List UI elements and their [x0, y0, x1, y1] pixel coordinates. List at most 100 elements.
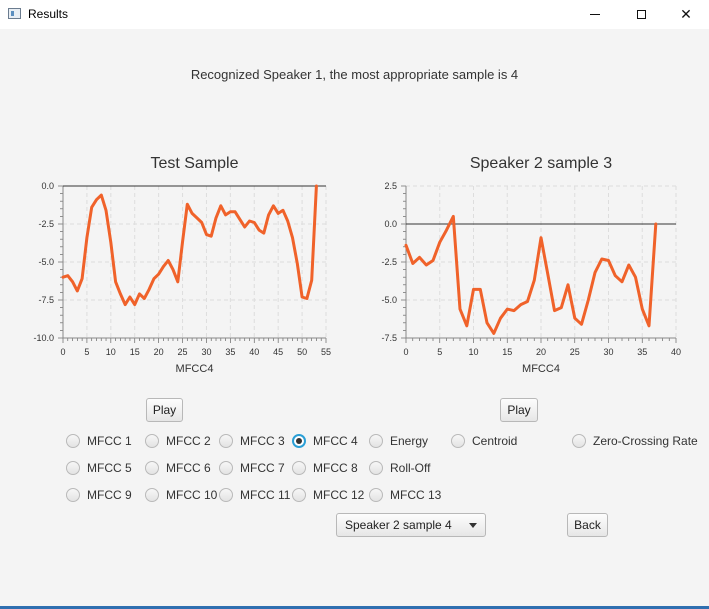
y-tick-label: -2.5 [381, 257, 397, 267]
y-tick-label: 0.0 [384, 219, 397, 229]
x-tick-label: 0 [60, 347, 65, 357]
back-button[interactable]: Back [567, 513, 608, 537]
chevron-down-icon [469, 523, 477, 528]
x-tick-label: 35 [637, 347, 647, 357]
radio-indicator[interactable] [145, 434, 159, 448]
window-title: Results [28, 7, 69, 21]
sample-select-dropdown[interactable]: Speaker 2 sample 4 [336, 513, 486, 537]
x-tick-label: 25 [570, 347, 580, 357]
radio-indicator[interactable] [292, 461, 306, 475]
maximize-button[interactable] [618, 0, 664, 29]
radio-mfcc-1[interactable]: MFCC 1 [66, 432, 132, 450]
x-tick-label: 55 [321, 347, 331, 357]
close-icon: ✕ [680, 6, 692, 23]
radio-label: MFCC 13 [390, 488, 442, 502]
radio-indicator[interactable] [292, 488, 306, 502]
x-tick-label: 30 [201, 347, 211, 357]
radio-label: MFCC 10 [166, 488, 218, 502]
y-tick-label: -10.0 [33, 333, 54, 343]
radio-indicator[interactable] [219, 488, 233, 502]
radio-indicator[interactable] [66, 461, 80, 475]
radio-label: Roll-Off [390, 461, 431, 475]
y-tick-label: -5.0 [38, 257, 54, 267]
x-tick-label: 10 [106, 347, 116, 357]
radio-energy[interactable]: Energy [369, 432, 428, 450]
radio-label: MFCC 5 [87, 461, 132, 475]
radio-indicator-selected[interactable] [292, 434, 306, 448]
x-tick-label: 40 [249, 347, 259, 357]
radio-label: MFCC 12 [313, 488, 365, 502]
close-button[interactable]: ✕ [663, 0, 709, 29]
radio-indicator[interactable] [66, 434, 80, 448]
radio-indicator[interactable] [369, 434, 383, 448]
y-tick-label: -2.5 [38, 219, 54, 229]
x-tick-label: 35 [225, 347, 235, 357]
radio-indicator[interactable] [219, 434, 233, 448]
radio-label: MFCC 6 [166, 461, 211, 475]
y-tick-label: 0.0 [41, 181, 54, 191]
play-speaker-sample-button[interactable]: Play [500, 398, 538, 422]
y-tick-label: -5.0 [381, 295, 397, 305]
chart-title-test-sample: Test Sample [150, 155, 239, 172]
maximize-icon [636, 10, 646, 19]
radio-indicator[interactable] [219, 461, 233, 475]
radio-label: MFCC 3 [240, 434, 285, 448]
x-tick-label: 15 [502, 347, 512, 357]
radio-mfcc-12[interactable]: MFCC 12 [292, 486, 364, 504]
y-tick-label: -7.5 [38, 295, 54, 305]
radio-label: MFCC 7 [240, 461, 285, 475]
x-tick-label: 0 [403, 347, 408, 357]
radio-indicator[interactable] [66, 488, 80, 502]
radio-indicator[interactable] [451, 434, 465, 448]
radio-mfcc-9[interactable]: MFCC 9 [66, 486, 132, 504]
minimize-icon [590, 14, 600, 15]
radio-label: Centroid [472, 434, 518, 448]
radio-mfcc-6[interactable]: MFCC 6 [145, 459, 211, 477]
radio-mfcc-4[interactable]: MFCC 4 [292, 432, 358, 450]
y-tick-label: 2.5 [384, 181, 397, 191]
radio-mfcc-2[interactable]: MFCC 2 [145, 432, 211, 450]
window-app-icon [8, 8, 21, 19]
radio-mfcc-3[interactable]: MFCC 3 [219, 432, 285, 450]
x-tick-label: 15 [130, 347, 140, 357]
minimize-button[interactable] [572, 0, 618, 29]
radio-label: Energy [390, 434, 429, 448]
series-line [404, 214, 658, 335]
radio-indicator[interactable] [572, 434, 586, 448]
x-tick-label: 5 [437, 347, 442, 357]
x-tick-label: 45 [273, 347, 283, 357]
radio-mfcc-8[interactable]: MFCC 8 [292, 459, 358, 477]
radio-mfcc-13[interactable]: MFCC 13 [369, 486, 441, 504]
radio-indicator[interactable] [369, 461, 383, 475]
x-tick-label: 40 [671, 347, 681, 357]
radio-mfcc-7[interactable]: MFCC 7 [219, 459, 285, 477]
radio-mfcc-10[interactable]: MFCC 10 [145, 486, 217, 504]
radio-roll-off[interactable]: Roll-Off [369, 459, 430, 477]
radio-label: MFCC 11 [240, 488, 291, 502]
x-tick-label: 30 [603, 347, 613, 357]
chart-title-speaker-sample: Speaker 2 sample 3 [469, 155, 613, 172]
x-tick-label: 5 [84, 347, 89, 357]
radio-indicator[interactable] [369, 488, 383, 502]
radio-centroid[interactable]: Centroid [451, 432, 517, 450]
y-tick-label: -7.5 [381, 333, 397, 343]
x-axis-label: MFCC4 [522, 363, 560, 375]
sample-select-value: Speaker 2 sample 4 [345, 518, 452, 532]
radio-label: MFCC 8 [313, 461, 358, 475]
radio-zero-crossing-rate[interactable]: Zero-Crossing Rate [572, 432, 698, 450]
radio-indicator[interactable] [145, 461, 159, 475]
play-test-sample-button[interactable]: Play [146, 398, 183, 422]
x-axis-label: MFCC4 [176, 363, 214, 375]
title-bar: Results ✕ [0, 0, 709, 29]
recognition-result-text: Recognized Speaker 1, the most appropria… [190, 67, 519, 82]
x-tick-label: 10 [468, 347, 478, 357]
radio-indicator[interactable] [145, 488, 159, 502]
speaker-sample-chart: 0 5 10 15 20 25 30 35 40 2.5 0.0 -2.5 -5.0 -7.5 MFCC4 [381, 181, 681, 375]
x-tick-label: 25 [178, 347, 188, 357]
x-tick-label: 20 [154, 347, 164, 357]
radio-mfcc-11[interactable]: MFCC 11 [219, 486, 290, 504]
radio-mfcc-5[interactable]: MFCC 5 [66, 459, 132, 477]
radio-label: MFCC 2 [166, 434, 211, 448]
test-sample-chart: 0 5 10 15 20 25 30 35 40 45 50 55 0.0 -2.5 -5.0 -7.5 -10… [33, 181, 331, 375]
radio-label: Zero-Crossing Rate [593, 434, 698, 448]
